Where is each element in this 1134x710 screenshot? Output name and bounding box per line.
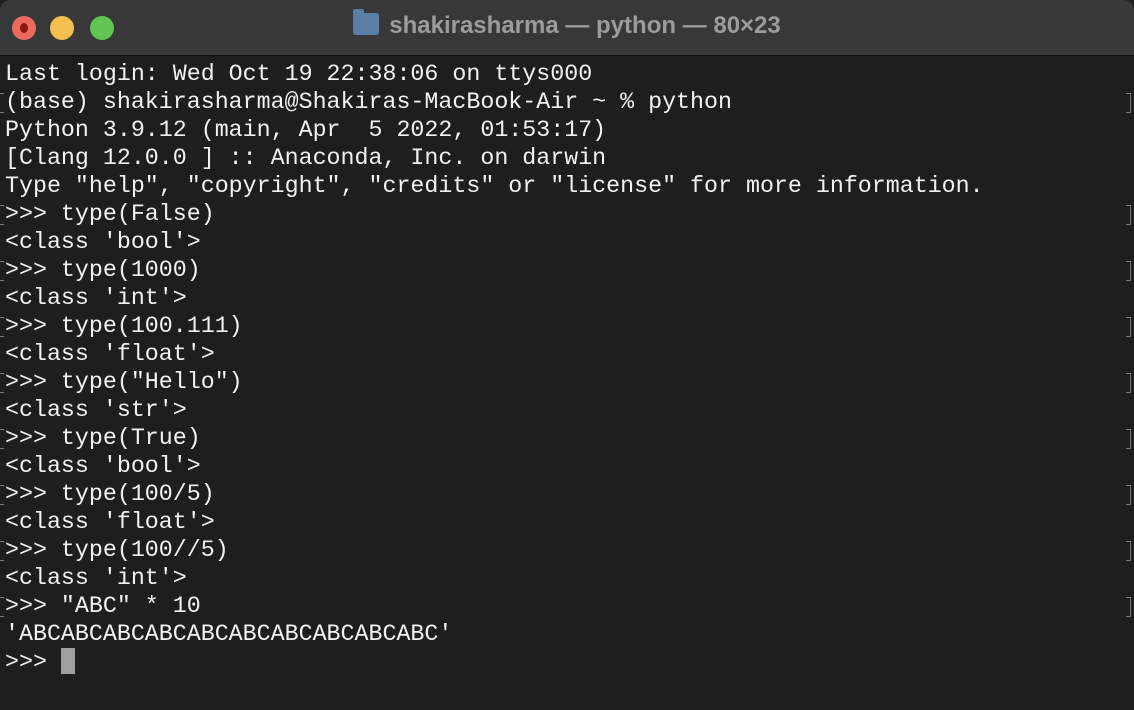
prompt-mark-icon [0,597,4,617]
prompt-mark-icon [0,485,4,505]
terminal-line: <class 'int'> [5,284,1134,312]
terminal-line-text: <class 'str'> [5,397,187,423]
terminal-line: >>> "ABC" * 10 [0,592,1134,620]
title-bar[interactable]: shakirasharma — python — 80×23 [0,0,1134,56]
prompt-mark-icon [0,261,4,281]
folder-home-icon [353,9,380,35]
terminal-line: Last login: Wed Oct 19 22:38:06 on ttys0… [5,60,1134,88]
terminal-line-text: <class 'int'> [5,565,187,591]
prompt-mark-icon [1126,93,1131,113]
terminal-line: <class 'bool'> [5,228,1134,256]
prompt-mark-icon [1126,597,1131,617]
prompt-mark-icon [1126,485,1131,505]
terminal-line-text: <class 'bool'> [5,453,201,479]
terminal-line-text: <class 'int'> [5,285,187,311]
prompt-mark-icon [0,541,4,561]
terminal-line-text: (base) shakirasharma@Shakiras-MacBook-Ai… [5,89,732,115]
prompt-mark-icon [1126,205,1131,225]
text-cursor [60,648,75,674]
terminal-line-text: <class 'float'> [5,341,215,367]
prompt-mark-icon [0,429,4,449]
terminal-line: <class 'bool'> [5,452,1134,480]
terminal-line: >>> type(100.111) [0,312,1134,340]
terminal-line-text: 'ABCABCABCABCABCABCABCABCABCABC' [5,621,453,647]
terminal-line-text: >>> type(False) [5,201,215,227]
terminal-line: >>> type(100/5) [0,480,1134,508]
prompt-mark-icon [1126,373,1131,393]
terminal-line: >>> type(100//5) [0,536,1134,564]
terminal-input-line[interactable]: >>> [5,648,1134,676]
prompt: >>> [5,649,61,675]
terminal-line: <class 'float'> [5,508,1134,536]
terminal-line: Type "help", "copyright", "credits" or "… [5,172,1134,200]
window-title-wrap: shakirasharma — python — 80×23 [0,9,1134,40]
terminal-line-text: Type "help", "copyright", "credits" or "… [5,173,984,199]
terminal-line-text: <class 'float'> [5,509,215,535]
terminal-line-text: [Clang 12.0.0 ] :: Anaconda, Inc. on dar… [5,145,607,171]
terminal-line: [Clang 12.0.0 ] :: Anaconda, Inc. on dar… [5,144,1134,172]
terminal-line-text: >>> "ABC" * 10 [5,593,201,619]
terminal-line: 'ABCABCABCABCABCABCABCABCABCABC' [5,620,1134,648]
terminal-line: >>> type(1000) [0,256,1134,284]
terminal-line: >>> type(True) [0,424,1134,452]
terminal-line: <class 'float'> [5,340,1134,368]
prompt-mark-icon [0,317,4,337]
terminal-line-text: >>> type("Hello") [5,369,243,395]
terminal-line-text: Last login: Wed Oct 19 22:38:06 on ttys0… [5,61,593,87]
terminal-line-text: >>> type(100//5) [5,537,229,563]
prompt-mark-icon [1126,261,1131,281]
window-title: shakirasharma — python — 80×23 [389,12,781,39]
terminal-line: >>> type(False) [0,200,1134,228]
terminal-line: <class 'str'> [5,396,1134,424]
terminal-line: >>> type("Hello") [0,368,1134,396]
prompt-mark-icon [0,205,4,225]
terminal-line-text: <class 'bool'> [5,229,201,255]
terminal-line-text: >>> type(100.111) [5,313,243,339]
terminal-line-text: >>> type(True) [5,425,201,451]
prompt-mark-icon [0,373,4,393]
terminal-line-text: >>> type(1000) [5,257,201,283]
terminal-line: <class 'int'> [5,564,1134,592]
prompt-mark-icon [1126,429,1131,449]
terminal-line: Python 3.9.12 (main, Apr 5 2022, 01:53:1… [5,116,1134,144]
terminal-line-text: >>> type(100/5) [5,481,215,507]
prompt-mark-icon [1126,317,1131,337]
terminal-line-text: Python 3.9.12 (main, Apr 5 2022, 01:53:1… [5,117,607,143]
prompt-mark-icon [0,93,4,113]
terminal-output[interactable]: Last login: Wed Oct 19 22:38:06 on ttys0… [0,60,1134,648]
prompt-mark-icon [1126,541,1131,561]
terminal-line: (base) shakirasharma@Shakiras-MacBook-Ai… [0,88,1134,116]
